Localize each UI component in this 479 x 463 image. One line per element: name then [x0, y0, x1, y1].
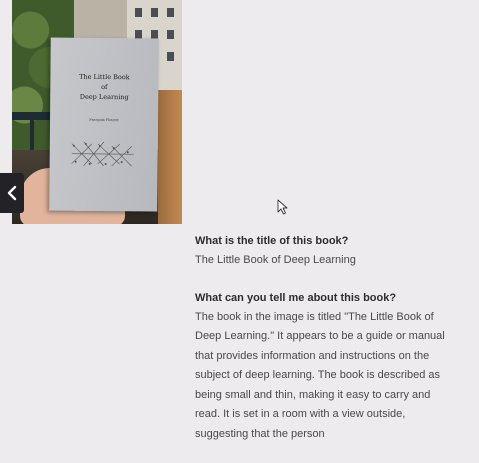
book-title-line: Deep Learning — [79, 92, 129, 102]
book-photo: The Little Book of Deep Learning Françoi… — [12, 0, 182, 224]
answer-text: The book in the image is titled "The Lit… — [195, 310, 445, 440]
book-cover-author: François Fleuret — [89, 117, 119, 123]
qa-section: What is the title of this book? The Litt… — [195, 233, 457, 463]
book-cover-title: The Little Book of Deep Learning — [50, 72, 158, 103]
book-cover: The Little Book of Deep Learning Françoi… — [49, 37, 159, 212]
photo-far-building — [74, 0, 134, 40]
book-cover-diagram — [71, 141, 134, 167]
photo-wood-panel — [158, 90, 182, 224]
cursor-icon — [277, 199, 288, 215]
question-text: What is the title of this book? — [195, 235, 349, 247]
chevron-left-icon — [7, 185, 17, 201]
previous-button[interactable] — [0, 173, 24, 213]
question-text: What can you tell me about this book? — [195, 291, 397, 304]
answer-text: The Little Book of Deep Learning — [195, 254, 356, 266]
